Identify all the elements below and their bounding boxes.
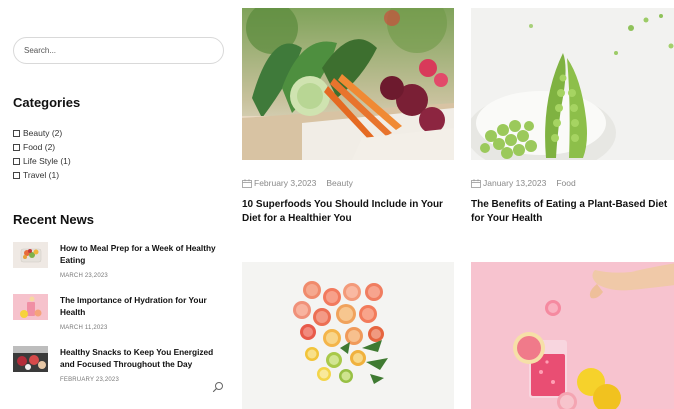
recent-news-date: MARCH 23,2023 xyxy=(60,273,108,279)
checkbox-icon xyxy=(13,143,20,151)
post-date: January 13,2023 xyxy=(483,178,547,188)
meal-prep-thumbnail[interactable] xyxy=(13,242,48,268)
post-category-link[interactable]: Beauty xyxy=(326,178,352,188)
hydration-thumbnail[interactable] xyxy=(13,294,48,320)
peas-image[interactable] xyxy=(471,8,674,160)
vegetables-basket-image[interactable] xyxy=(242,8,454,160)
checkbox-icon xyxy=(13,129,20,137)
search-input[interactable] xyxy=(13,37,224,64)
recent-news-title[interactable]: Healthy Snacks to Keep You Energized and… xyxy=(60,346,230,370)
calendar-icon xyxy=(471,178,481,188)
post-date: February 3,2023 xyxy=(254,178,317,188)
recent-news-date: MARCH 11,2023 xyxy=(60,325,108,331)
recent-news-heading: Recent News xyxy=(13,212,94,227)
post-category-link[interactable]: Food xyxy=(556,178,575,188)
category-item-food[interactable]: Food (2) xyxy=(13,140,71,154)
recent-news-item[interactable]: How to Meal Prep for a Week of Healthy E… xyxy=(13,242,228,288)
checkbox-icon xyxy=(13,157,20,165)
calendar-icon xyxy=(242,178,252,188)
recent-news-item[interactable]: Healthy Snacks to Keep You Energized and… xyxy=(13,346,228,392)
recent-news-title[interactable]: The Importance of Hydration for Your Hea… xyxy=(60,294,230,318)
sidebar: Categories Beauty (2) Food (2) Life Styl… xyxy=(0,0,236,409)
pink-drink-image[interactable] xyxy=(471,262,674,409)
categories-heading: Categories xyxy=(13,95,81,110)
post-card[interactable] xyxy=(242,262,454,409)
post-card[interactable]: February 3,2023 Beauty 10 Superfoods You… xyxy=(242,8,454,238)
post-meta: February 3,2023 Beauty xyxy=(242,178,353,188)
category-list: Beauty (2) Food (2) Life Style (1) Trave… xyxy=(13,126,71,182)
category-label: Life Style (1) xyxy=(23,156,71,166)
category-item-life-style[interactable]: Life Style (1) xyxy=(13,154,71,168)
recent-news-item[interactable]: The Importance of Hydration for Your Hea… xyxy=(13,294,228,340)
checkbox-icon xyxy=(13,171,20,179)
category-label: Food (2) xyxy=(23,142,56,152)
category-item-beauty[interactable]: Beauty (2) xyxy=(13,126,71,140)
post-meta: January 13,2023 Food xyxy=(471,178,576,188)
recent-news-date: FEBRUARY 23,2023 xyxy=(60,377,120,383)
post-card[interactable]: January 13,2023 Food The Benefits of Eat… xyxy=(471,8,674,238)
snacks-thumbnail[interactable] xyxy=(13,346,48,372)
category-label: Travel (1) xyxy=(23,170,60,180)
category-label: Beauty (2) xyxy=(23,128,63,138)
magnifier-icon[interactable] xyxy=(212,380,224,393)
post-title[interactable]: 10 Superfoods You Should Include in Your… xyxy=(242,198,454,226)
post-title[interactable]: The Benefits of Eating a Plant-Based Die… xyxy=(471,198,674,226)
recent-news-title[interactable]: How to Meal Prep for a Week of Healthy E… xyxy=(60,242,230,266)
citrus-slices-image[interactable] xyxy=(242,262,454,409)
post-card[interactable] xyxy=(471,262,674,409)
category-item-travel[interactable]: Travel (1) xyxy=(13,168,71,182)
